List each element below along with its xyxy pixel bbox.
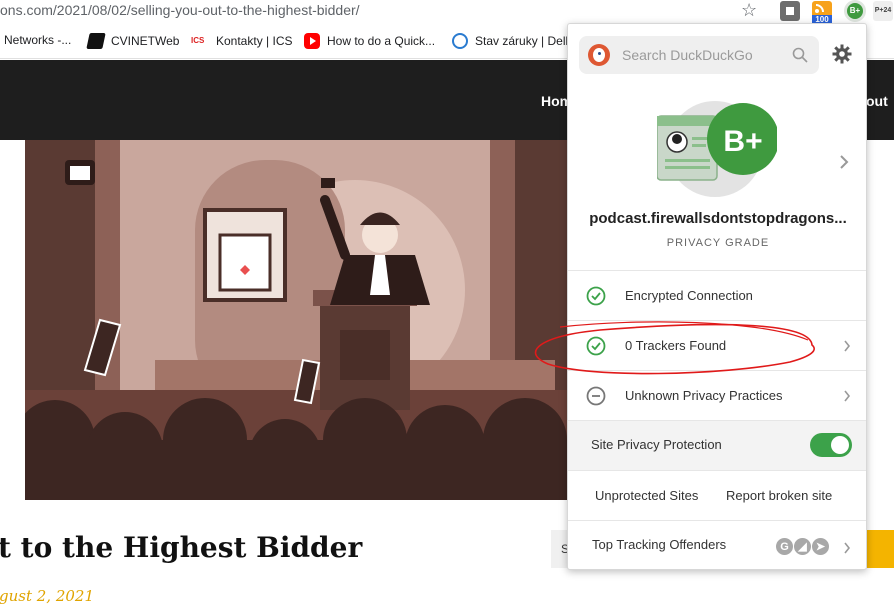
row-label: 0 Trackers Found xyxy=(625,338,727,353)
site-domain: podcast.firewallsdontstopdragons... xyxy=(589,210,847,227)
duckduckgo-privacy-popup: Search DuckDuckGo B+ podcast.firewallsdo… xyxy=(567,23,867,570)
auction-illustration xyxy=(25,140,567,500)
bookmark-label: CVINETWeb xyxy=(111,34,180,48)
offenders-label: Top Tracking Offenders xyxy=(592,537,727,552)
minus-circle-icon xyxy=(586,386,606,406)
url-host: ons.com xyxy=(0,2,53,18)
bookmark-networks[interactable]: Networks -... xyxy=(4,33,71,47)
encrypted-connection-row: Encrypted Connection xyxy=(568,270,866,320)
telegram-offender-icon: ➤ xyxy=(811,537,830,556)
address-bar[interactable]: ons.com/2021/08/02/selling-you-out-to-th… xyxy=(0,0,894,25)
hero-illustration xyxy=(25,140,567,500)
cvinet-icon xyxy=(86,33,106,49)
bookmark-label: How to do a Quick... xyxy=(327,34,436,48)
url-text[interactable]: ons.com/2021/08/02/selling-you-out-to-th… xyxy=(0,2,360,18)
protection-label: Site Privacy Protection xyxy=(591,437,722,452)
privacy-grade-letter: B+ xyxy=(723,125,762,158)
chevron-right-icon xyxy=(844,340,851,352)
ics-icon: ICS xyxy=(191,36,205,45)
trackers-found-row[interactable]: 0 Trackers Found xyxy=(568,320,866,370)
url-path: /2021/08/02/selling-you-out-to-the-highe… xyxy=(52,2,360,18)
bookmark-label: Networks -... xyxy=(4,33,72,47)
bookmark-dell[interactable]: Stav záruky | Dell xyxy=(452,33,568,49)
extension-icon[interactable] xyxy=(780,1,800,21)
puzzle-icon xyxy=(783,4,797,18)
chevron-right-icon xyxy=(844,542,851,554)
bookmark-kontakty[interactable]: ICS Kontakty | ICS xyxy=(191,33,292,49)
privacy-protection-toggle[interactable] xyxy=(810,433,852,457)
post-title: t to the Highest Bidder xyxy=(0,531,363,564)
privacy-grade-illustration[interactable]: B+ xyxy=(657,99,777,204)
privacy-grade-label: PRIVACY GRADE xyxy=(666,237,770,249)
footer-links: Unprotected Sites Report broken site xyxy=(568,470,866,520)
row-label: Encrypted Connection xyxy=(625,288,753,303)
google-offender-icon: G xyxy=(775,537,794,556)
gear-icon[interactable] xyxy=(832,44,852,64)
ddg-search-input[interactable]: Search DuckDuckGo xyxy=(579,36,819,74)
site-privacy-protection-row: Site Privacy Protection xyxy=(568,420,866,470)
extension-icon-p24[interactable]: P+24 xyxy=(873,1,893,21)
duck-face xyxy=(593,48,605,62)
top-tracking-offenders-row[interactable]: Top Tracking Offenders G ◢ ➤ xyxy=(568,520,866,569)
check-circle-icon xyxy=(586,336,606,356)
bookmark-youtube[interactable]: How to do a Quick... xyxy=(304,33,435,49)
network-offender-icon: ◢ xyxy=(793,537,812,556)
rss-icon xyxy=(815,4,824,13)
privacy-practices-row[interactable]: Unknown Privacy Practices xyxy=(568,370,866,420)
dell-icon xyxy=(452,33,468,49)
bookmark-label: Stav záruky | Dell xyxy=(475,34,569,48)
duckduckgo-logo-icon xyxy=(588,44,610,66)
sidebar-search-button[interactable] xyxy=(867,530,894,568)
post-date[interactable]: gust 2, 2021 xyxy=(0,587,94,605)
check-circle-icon xyxy=(586,286,606,306)
rss-extension-icon[interactable]: 100 xyxy=(812,1,832,25)
chevron-right-icon[interactable] xyxy=(839,154,849,170)
report-broken-site-link[interactable]: Report broken site xyxy=(726,488,832,503)
bookmark-cvinetweb[interactable]: CVINETWeb xyxy=(86,33,180,49)
bookmark-label: Kontakty | ICS xyxy=(216,34,293,48)
privacy-grade-badge: B+ xyxy=(847,3,863,19)
chevron-right-icon xyxy=(844,390,851,402)
nav-about-link[interactable]: out xyxy=(866,93,888,109)
unprotected-sites-link[interactable]: Unprotected Sites xyxy=(595,488,698,503)
toggle-knob xyxy=(831,436,849,454)
row-label: Unknown Privacy Practices xyxy=(625,388,783,403)
duckduckgo-extension-icon[interactable]: B+ xyxy=(844,0,866,22)
bookmark-star-icon[interactable]: ☆ xyxy=(741,0,757,21)
youtube-icon xyxy=(304,33,320,49)
search-placeholder: Search DuckDuckGo xyxy=(622,47,753,63)
duck-eye xyxy=(598,52,601,55)
search-icon[interactable] xyxy=(792,47,808,63)
